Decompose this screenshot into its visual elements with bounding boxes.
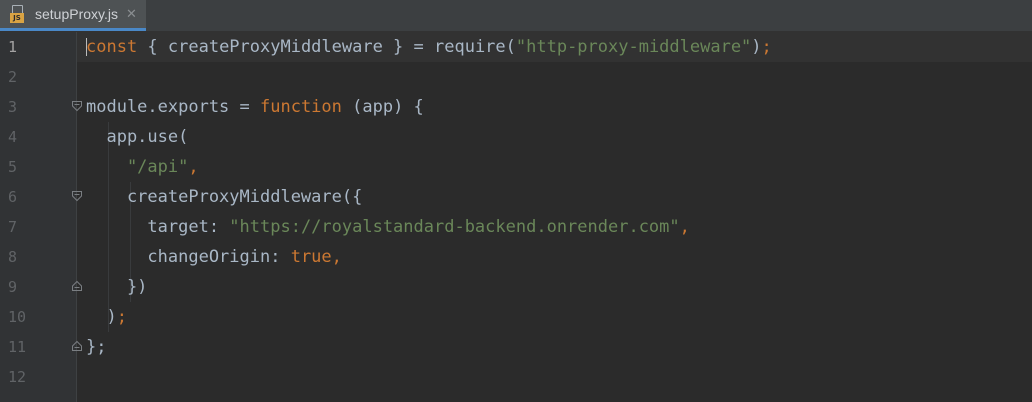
js-file-icon: JS: [9, 4, 27, 24]
line-number: 1: [8, 38, 18, 56]
line-number: 8: [8, 248, 18, 266]
code-line-11: };: [86, 337, 107, 357]
line-number: 12: [8, 368, 27, 386]
fold-collapse-icon[interactable]: [71, 100, 83, 112]
tab-setupproxy-js[interactable]: JS setupProxy.js ✕: [0, 0, 146, 31]
line-number: 3: [8, 98, 18, 116]
close-icon[interactable]: ✕: [126, 7, 137, 22]
fold-end-icon[interactable]: [71, 340, 83, 352]
code-line-7: target: "https://royalstandard-backend.o…: [86, 217, 690, 237]
code-line-5: "/api",: [86, 157, 199, 177]
line-number: 9: [8, 278, 18, 296]
fold-end-icon[interactable]: [71, 280, 83, 292]
code-line-6: createProxyMiddleware({: [86, 187, 363, 207]
line-number: 10: [8, 308, 27, 326]
code-line-3: module.exports = function (app) {: [86, 97, 424, 117]
code-line-10: );: [86, 307, 127, 327]
editor-tab-bar: JS setupProxy.js ✕: [0, 0, 1032, 32]
line-number: 5: [8, 158, 18, 176]
code-line-1: const { createProxyMiddleware } = requir…: [86, 37, 772, 57]
tab-label: setupProxy.js: [35, 6, 118, 22]
code-line-4: app.use(: [86, 127, 189, 147]
line-number: 4: [8, 128, 18, 146]
line-number: 11: [8, 338, 27, 356]
line-number: 2: [8, 68, 18, 86]
line-number: 6: [8, 188, 18, 206]
code-line-8: changeOrigin: true,: [86, 247, 342, 267]
fold-collapse-icon[interactable]: [71, 190, 83, 202]
code-line-9: }): [86, 277, 148, 297]
line-number: 7: [8, 218, 18, 236]
code-editor[interactable]: 1 2 3 4 5 6 7 8 9 10 11 12 const { creat…: [0, 32, 1032, 402]
